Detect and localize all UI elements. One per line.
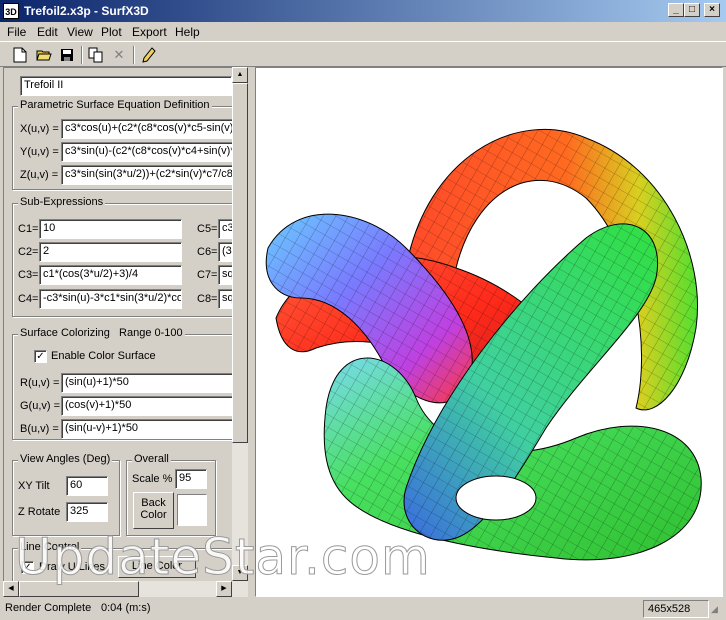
status-bar: Render Complete 0:04 (m:s) 465x528 ◢ — [0, 598, 726, 620]
status-message: Render Complete — [5, 602, 92, 614]
close-button[interactable]: × — [704, 3, 720, 17]
overall-group-label: Overall — [132, 453, 171, 465]
c3-input[interactable]: c1*(cos(3*u/2)+3)/4 — [39, 265, 182, 285]
resize-grip-icon[interactable]: ◢ — [711, 604, 723, 616]
new-file-icon[interactable] — [10, 45, 30, 65]
y-equation-label: Y(u,v) = — [20, 146, 59, 158]
delete-x-icon[interactable]: ✕ — [109, 45, 129, 65]
app-icon: 3D — [3, 3, 19, 19]
z-equation-label: Z(u,v) = — [20, 169, 59, 181]
back-color-swatch — [177, 494, 207, 526]
c5-label: C5= — [197, 223, 218, 235]
b-input[interactable]: (sin(u-v)+1)*50 — [61, 419, 236, 439]
copy-icon[interactable] — [86, 45, 106, 65]
scale-label: Scale % — [132, 473, 173, 485]
toolbar-separator — [133, 46, 135, 64]
canvas-size: 465x528 — [648, 603, 691, 615]
minimize-button[interactable]: _ — [668, 3, 684, 17]
colorizing-group-label: Surface Colorizing Range 0-100 — [18, 327, 185, 339]
status-size-panel: 465x528 — [643, 600, 709, 618]
equation-group-label: Parametric Surface Equation Definition — [18, 99, 212, 111]
save-disk-icon[interactable] — [57, 45, 77, 65]
c6-label: C6= — [197, 246, 218, 258]
open-folder-icon[interactable] — [34, 45, 54, 65]
z-rotate-label: Z Rotate — [18, 506, 61, 518]
view-angles-group — [12, 460, 120, 536]
window-title: Trefoil2.x3p - SurfX3D — [24, 4, 149, 18]
scroll-thumb[interactable] — [232, 83, 248, 443]
subexpr-group-label: Sub-Expressions — [18, 196, 106, 208]
scale-input[interactable]: 95 — [175, 469, 207, 489]
xy-tilt-input[interactable]: 60 — [66, 476, 108, 496]
x-equation-input[interactable]: c3*cos(u)+(c2*(c8*cos(v)*c5-sin(v)* — [61, 119, 236, 139]
title-bar: 3D Trefoil2.x3p - SurfX3D _ □ × — [0, 0, 726, 22]
c1-input[interactable]: 10 — [39, 219, 182, 239]
menu-export[interactable]: Export — [132, 25, 167, 39]
c2-label: C2= — [18, 246, 39, 258]
y-equation-input[interactable]: c3*sin(u)-(c2*(c8*cos(v)*c4+sin(v)*c — [61, 142, 236, 162]
maximize-button[interactable]: □ — [684, 3, 700, 17]
watermark-text: UpdateStar.com — [15, 528, 431, 587]
c8-label: C8= — [197, 293, 218, 305]
xy-tilt-label: XY Tilt — [18, 480, 50, 492]
back-color-button[interactable]: Back Color — [133, 492, 174, 529]
c4-label: C4= — [18, 293, 39, 305]
vertical-scrollbar[interactable]: ▲ ▼ — [232, 67, 248, 581]
render-time: 0:04 (m:s) — [101, 602, 151, 614]
c2-input[interactable]: 2 — [39, 242, 182, 262]
view-angles-group-label: View Angles (Deg) — [18, 453, 113, 465]
enable-color-checkbox[interactable]: ✓ — [34, 350, 47, 363]
z-equation-input[interactable]: c3*sin(sin(3*u/2))+(c2*sin(v)*c7/c8) — [61, 165, 236, 185]
pencil-icon[interactable] — [139, 45, 159, 65]
menu-file[interactable]: File — [7, 25, 26, 39]
g-label: G(u,v) = — [20, 400, 61, 412]
c1-label: C1= — [18, 223, 39, 235]
menu-edit[interactable]: Edit — [37, 25, 58, 39]
scroll-up-icon[interactable]: ▲ — [232, 67, 248, 83]
toolbar: ✕ — [0, 41, 726, 67]
menu-plot[interactable]: Plot — [101, 25, 122, 39]
menu-view[interactable]: View — [67, 25, 93, 39]
menu-bar: File Edit View Plot Export Help — [0, 22, 726, 41]
b-label: B(u,v) = — [20, 423, 59, 435]
trefoil-knot-render — [265, 129, 702, 561]
c3-label: C3= — [18, 269, 39, 281]
control-panel: Trefoil II Parametric Surface Equation D… — [3, 67, 248, 597]
enable-color-label: Enable Color Surface — [51, 350, 156, 362]
surface-name-input[interactable]: Trefoil II — [20, 76, 232, 96]
z-rotate-input[interactable]: 325 — [66, 502, 108, 522]
menu-help[interactable]: Help — [175, 25, 200, 39]
g-input[interactable]: (cos(v)+1)*50 — [61, 396, 236, 416]
render-canvas[interactable] — [255, 67, 723, 597]
x-equation-label: X(u,v) = — [20, 123, 59, 135]
toolbar-separator — [81, 46, 83, 64]
c4-input[interactable]: -c3*sin(u)-3*c1*sin(3*u/2)*co — [39, 289, 182, 309]
r-label: R(u,v) = — [20, 377, 60, 389]
c7-label: C7= — [197, 269, 218, 281]
r-input[interactable]: (sin(u)+1)*50 — [61, 373, 236, 393]
